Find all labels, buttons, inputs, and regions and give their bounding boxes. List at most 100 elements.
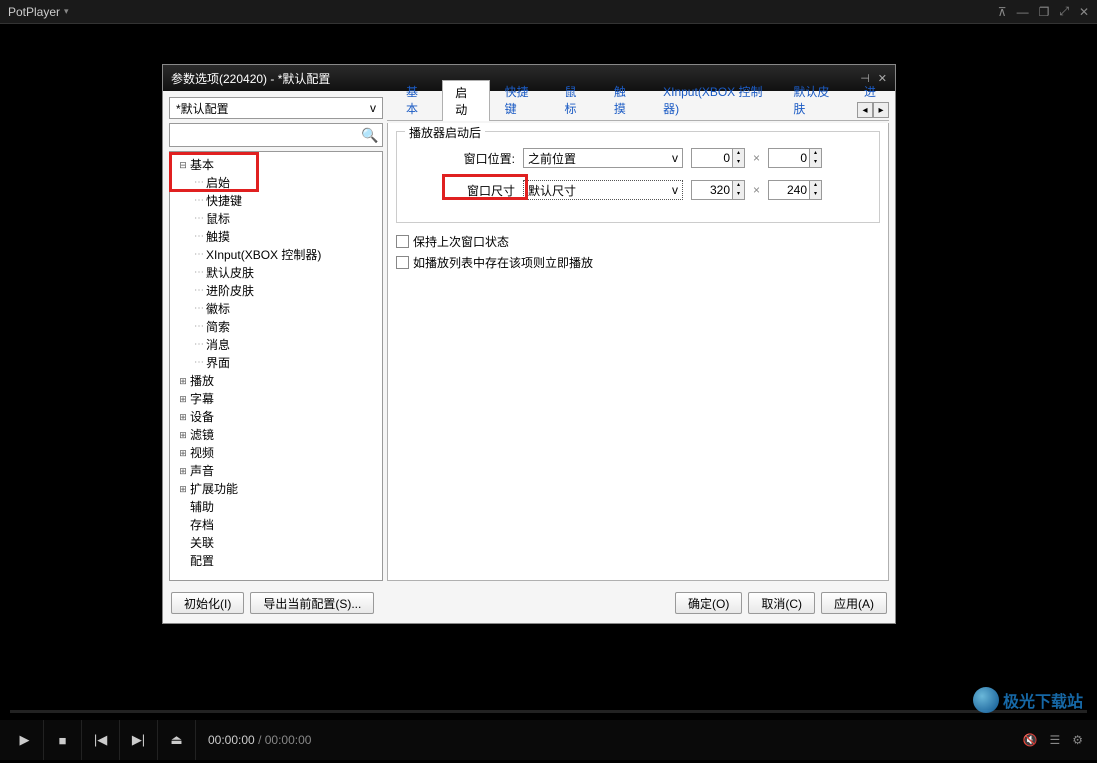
- tab[interactable]: 启动: [442, 80, 489, 121]
- play-if-exists-checkbox[interactable]: 如播放列表中存在该项则立即播放: [396, 254, 880, 271]
- size-h-input[interactable]: 240 ▴▾: [768, 180, 822, 200]
- tree-node[interactable]: ⊞声音: [172, 462, 380, 480]
- tab[interactable]: 快捷键: [492, 79, 550, 120]
- profile-select[interactable]: *默认配置 v: [169, 97, 383, 119]
- globe-icon: [973, 687, 999, 713]
- tree-item[interactable]: ⋯XInput(XBOX 控制器): [172, 246, 380, 264]
- down-icon[interactable]: ▾: [809, 190, 821, 199]
- multiply-icon: ×: [753, 183, 760, 197]
- tree-item[interactable]: ⋯徽标: [172, 300, 380, 318]
- dialog-footer: 初始化(I) 导出当前配置(S)... 确定(O) 取消(C) 应用(A): [163, 587, 895, 619]
- expand-icon[interactable]: ⊞: [176, 426, 190, 444]
- tree-item[interactable]: ⋯鼠标: [172, 210, 380, 228]
- cancel-button[interactable]: 取消(C): [748, 592, 815, 614]
- reset-button[interactable]: 初始化(I): [171, 592, 244, 614]
- export-button[interactable]: 导出当前配置(S)...: [250, 592, 374, 614]
- player-controls: ▶ ■ |◀ ▶| ⏏ 00:00:00 / 00:00:00 🔇 ☰ ⚙: [0, 720, 1097, 760]
- up-icon[interactable]: ▴: [732, 181, 744, 190]
- tree-item[interactable]: ⋯界面: [172, 354, 380, 372]
- eject-button[interactable]: ⏏: [158, 720, 196, 760]
- ok-button[interactable]: 确定(O): [675, 592, 742, 614]
- tree-item[interactable]: ⋯默认皮肤: [172, 264, 380, 282]
- expand-icon[interactable]: ⊞: [176, 462, 190, 480]
- expand-icon[interactable]: ⊞: [176, 498, 190, 516]
- tree-item[interactable]: ⋯快捷键: [172, 192, 380, 210]
- up-icon[interactable]: ▴: [732, 149, 744, 158]
- settings-icon[interactable]: ⚙: [1072, 733, 1083, 747]
- prev-button[interactable]: |◀: [82, 720, 120, 760]
- tree-item[interactable]: ⋯触摸: [172, 228, 380, 246]
- startup-group: 播放器启动后 窗口位置: 之前位置v 0 ▴▾ × 0 ▴▾: [396, 131, 880, 223]
- stop-button[interactable]: ■: [44, 720, 82, 760]
- tree-item[interactable]: ⋯进阶皮肤: [172, 282, 380, 300]
- up-icon[interactable]: ▴: [809, 149, 821, 158]
- tree-node[interactable]: ⊞辅助: [172, 498, 380, 516]
- search-input[interactable]: 🔍: [169, 123, 383, 147]
- tree-item[interactable]: ⋯简索: [172, 318, 380, 336]
- pos-x-input[interactable]: 0 ▴▾: [691, 148, 745, 168]
- remember-window-checkbox[interactable]: 保持上次窗口状态: [396, 233, 880, 250]
- expand-icon[interactable]: ⊞: [176, 516, 190, 534]
- profile-select-value: *默认配置: [176, 100, 229, 117]
- tree-item[interactable]: ⋯启始: [172, 174, 380, 192]
- tab-scroll-left[interactable]: ◂: [857, 102, 873, 118]
- tree-node[interactable]: ⊞配置: [172, 552, 380, 570]
- tree-node[interactable]: ⊞滤镜: [172, 426, 380, 444]
- next-button[interactable]: ▶|: [120, 720, 158, 760]
- tree-node[interactable]: ⊞扩展功能: [172, 480, 380, 498]
- playlist-icon[interactable]: ☰: [1049, 733, 1060, 747]
- tab[interactable]: 基本: [393, 79, 440, 120]
- tree-node[interactable]: ⊞设备: [172, 408, 380, 426]
- tab[interactable]: 鼠标: [552, 79, 599, 120]
- expand-icon[interactable]: ⊞: [176, 534, 190, 552]
- window-position-select[interactable]: 之前位置v: [523, 148, 683, 168]
- expand-icon[interactable]: ⊞: [176, 444, 190, 462]
- watermark: 极光下载站: [973, 687, 1083, 713]
- checkbox-icon: [396, 256, 409, 269]
- tree-node-basic[interactable]: ⊟ 基本: [172, 156, 380, 174]
- titlebar: PotPlayer ▾ ⊼ — ❐ ⤢ ✕: [0, 0, 1097, 24]
- expand-icon[interactable]: ⊞: [176, 552, 190, 570]
- pin-icon[interactable]: ⊼: [998, 5, 1007, 19]
- window-size-select[interactable]: 默认尺寸v: [523, 180, 683, 200]
- pos-y-input[interactable]: 0 ▴▾: [768, 148, 822, 168]
- down-icon[interactable]: ▾: [732, 158, 744, 167]
- tab[interactable]: 触摸: [601, 79, 648, 120]
- tree-node[interactable]: ⊞关联: [172, 534, 380, 552]
- seek-bar[interactable]: [0, 704, 1097, 720]
- fullscreen-icon[interactable]: ⤢: [1059, 4, 1069, 19]
- size-w-input[interactable]: 320 ▴▾: [691, 180, 745, 200]
- tree-node[interactable]: ⊞播放: [172, 372, 380, 390]
- tree-item[interactable]: ⋯消息: [172, 336, 380, 354]
- tab[interactable]: 默认皮肤: [780, 79, 849, 120]
- volume-icon[interactable]: 🔇: [1023, 733, 1038, 747]
- tree-node[interactable]: ⊞字幕: [172, 390, 380, 408]
- window-size-row: 窗口尺寸 默认尺寸v 320 ▴▾ × 240 ▴▾: [445, 180, 871, 200]
- up-icon[interactable]: ▴: [809, 181, 821, 190]
- minimize-icon[interactable]: —: [1017, 5, 1029, 19]
- chevron-down-icon: v: [672, 151, 678, 165]
- close-icon[interactable]: ✕: [1079, 5, 1089, 19]
- expand-icon[interactable]: ⊞: [176, 390, 190, 408]
- tab[interactable]: XInput(XBOX 控制器): [650, 79, 778, 120]
- expand-icon[interactable]: ⊞: [176, 480, 190, 498]
- restore-icon[interactable]: ❐: [1039, 5, 1050, 19]
- apply-button[interactable]: 应用(A): [821, 592, 887, 614]
- tree-node[interactable]: ⊞视频: [172, 444, 380, 462]
- expand-icon[interactable]: ⊞: [176, 408, 190, 426]
- tab-bar: 基本启动快捷键鼠标触摸XInput(XBOX 控制器)默认皮肤进 ◂ ▸: [387, 97, 889, 121]
- expand-icon[interactable]: ⊞: [176, 372, 190, 390]
- tab-scroll-right[interactable]: ▸: [873, 102, 889, 118]
- chevron-down-icon[interactable]: ▾: [64, 6, 69, 17]
- down-icon[interactable]: ▾: [732, 190, 744, 199]
- multiply-icon: ×: [753, 151, 760, 165]
- preferences-dialog: 参数选项(220420) - *默认配置 ⊣ ✕ *默认配置 v 🔍 ⊟ 基本 …: [162, 64, 896, 624]
- tab-content: 播放器启动后 窗口位置: 之前位置v 0 ▴▾ × 0 ▴▾: [387, 123, 889, 581]
- down-icon[interactable]: ▾: [809, 158, 821, 167]
- chevron-down-icon: v: [672, 183, 678, 197]
- category-tree[interactable]: ⊟ 基本 ⋯启始⋯快捷键⋯鼠标⋯触摸⋯XInput(XBOX 控制器)⋯默认皮肤…: [169, 151, 383, 581]
- collapse-icon[interactable]: ⊟: [176, 156, 190, 174]
- tree-node[interactable]: ⊞存档: [172, 516, 380, 534]
- play-button[interactable]: ▶: [6, 720, 44, 760]
- window-position-label: 窗口位置:: [445, 150, 515, 167]
